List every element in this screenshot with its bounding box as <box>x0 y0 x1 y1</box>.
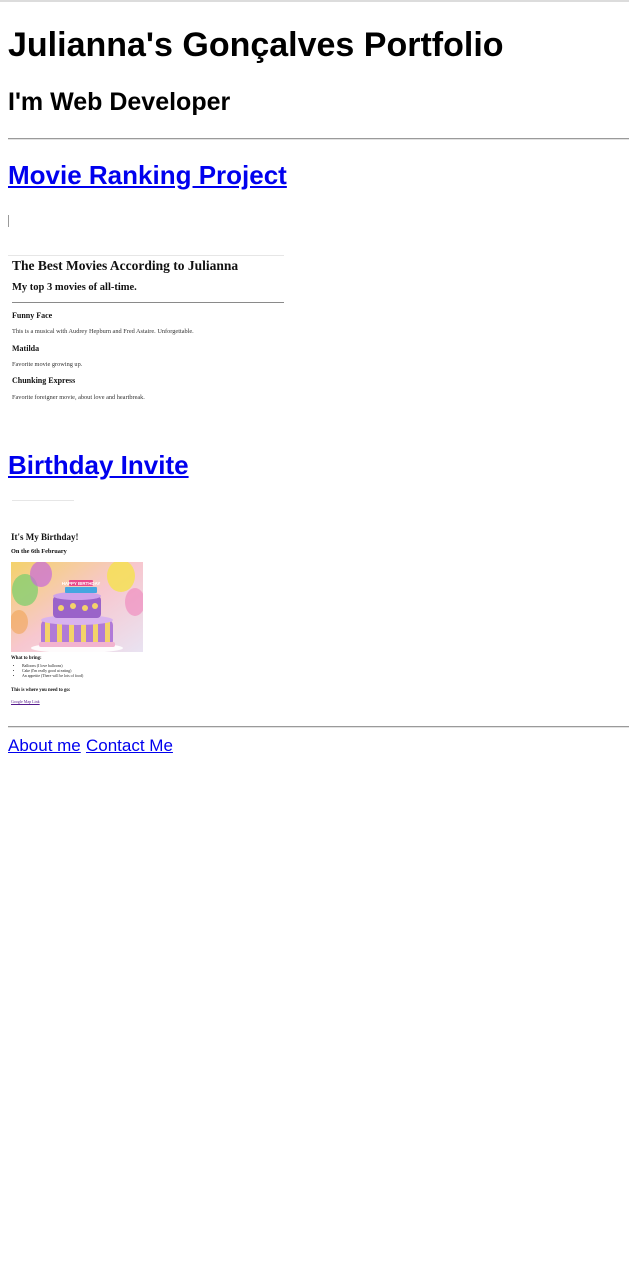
about-me-link[interactable]: About me <box>8 736 81 756</box>
birthday-invite-preview-image[interactable]: It's My Birthday! On the 6th February HA… <box>8 494 148 714</box>
movie-ranking-preview-image[interactable]: The Best Movies According to Julianna My… <box>8 212 288 412</box>
divider <box>8 726 629 728</box>
invite-date: On the 6th February <box>11 548 67 555</box>
birthday-invite-link[interactable]: Birthday Invite <box>8 450 189 481</box>
list-item: An appetite (There will be lots of food) <box>22 674 83 679</box>
movie-ranking-project-link[interactable]: Movie Ranking Project <box>8 160 287 191</box>
movie-title: Matilda <box>12 344 40 353</box>
movie-title: Chunking Express <box>12 376 76 385</box>
cake-topper-text: HAPPY BIRTHDAY <box>62 581 101 586</box>
bring-heading: What to bring: <box>11 656 42 661</box>
movie-description: Favorite foreigner movie, about love and… <box>12 394 145 401</box>
preview-subheading: My top 3 movies of all-time. <box>12 282 137 293</box>
birthday-cake-image: HAPPY BIRTHDAY <box>11 562 143 652</box>
contact-me-link[interactable]: Contact Me <box>86 736 173 756</box>
divider <box>8 138 629 140</box>
bring-list: Balloons (I love balloons) Cake (I'm rea… <box>13 664 83 679</box>
preview-heading: The Best Movies According to Julianna <box>12 258 239 273</box>
browser-top-border <box>0 0 629 2</box>
movie-description: Favorite movie growing up. <box>12 361 83 368</box>
page-title: Julianna's Gonçalves Portfolio <box>8 26 504 64</box>
invite-heading: It's My Birthday! <box>11 532 79 542</box>
movie-description: This is a musical with Audrey Hepburn an… <box>12 328 194 335</box>
location-heading: This is where you need to go: <box>11 688 71 693</box>
page-subtitle: I'm Web Developer <box>8 88 231 116</box>
movie-title: Funny Face <box>12 311 53 320</box>
google-map-link: Google Map Link <box>11 699 40 704</box>
preview-divider <box>12 302 284 303</box>
